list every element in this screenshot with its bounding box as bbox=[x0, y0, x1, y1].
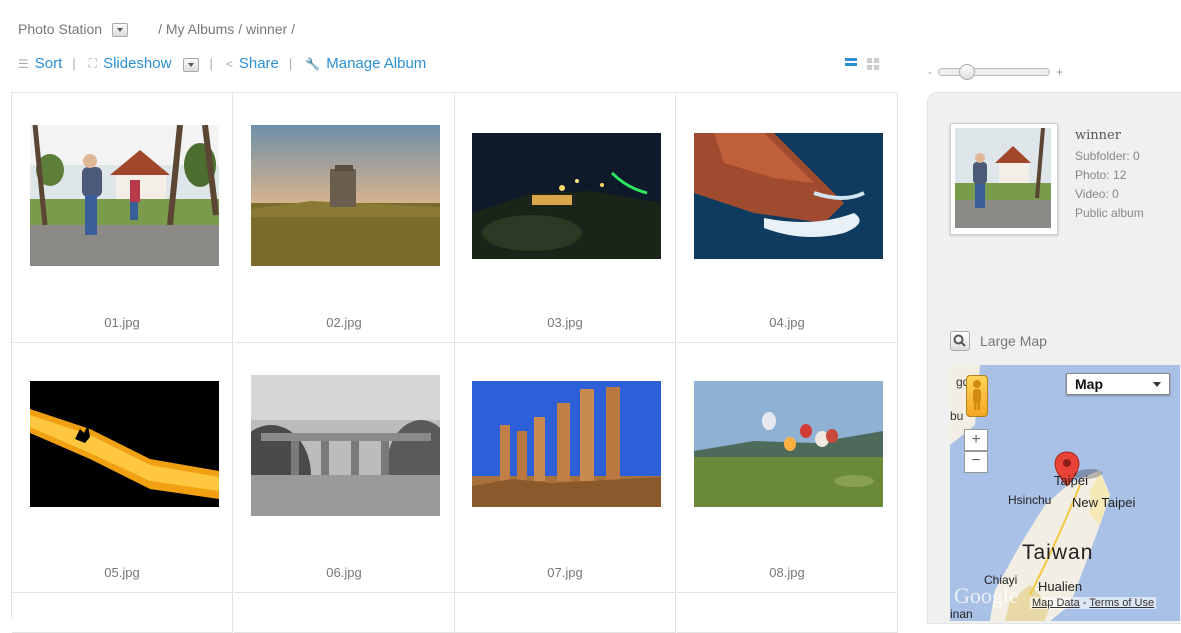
slideshow-button[interactable]: ⛶ Slideshow bbox=[89, 55, 172, 72]
photo-filename[interactable]: 05.jpg bbox=[12, 565, 232, 580]
photo-thumbnail-04[interactable] bbox=[694, 133, 883, 259]
photo-filename[interactable]: 08.jpg bbox=[677, 565, 897, 580]
photo-cell[interactable]: 01.jpg bbox=[12, 93, 233, 343]
large-map-label[interactable]: Large Map bbox=[980, 333, 1047, 349]
photo-cell[interactable]: 02.jpg bbox=[234, 93, 455, 343]
album-cover[interactable] bbox=[950, 123, 1058, 235]
photo-cell[interactable] bbox=[677, 593, 898, 633]
wrench-icon: 🔧 bbox=[305, 56, 321, 71]
map-type-select[interactable]: Map bbox=[1066, 373, 1170, 395]
album-name: winner bbox=[1075, 128, 1121, 143]
photo-cell[interactable] bbox=[12, 593, 233, 633]
map-type-label: Map bbox=[1075, 376, 1103, 392]
map-attribution: Map Data - Terms of Use bbox=[1030, 597, 1157, 609]
map-place-label: Taipei bbox=[1054, 473, 1088, 488]
app-title: Photo Station bbox=[18, 21, 103, 37]
map-place-label: inan bbox=[950, 607, 973, 621]
photo-filename[interactable]: 07.jpg bbox=[455, 565, 675, 580]
map-zoom-in-button[interactable]: + bbox=[964, 429, 988, 451]
album-photo-count: Photo: 12 bbox=[1075, 168, 1127, 182]
photo-cell[interactable]: 08.jpg bbox=[677, 343, 898, 593]
share-button[interactable]: < Share bbox=[226, 55, 279, 72]
zoom-track[interactable] bbox=[938, 64, 1050, 80]
sort-label: Sort bbox=[34, 55, 63, 72]
album-subfolder-count: Subfolder: 0 bbox=[1075, 149, 1140, 163]
album-cover-image bbox=[955, 128, 1051, 228]
photo-thumbnail-05[interactable] bbox=[30, 381, 219, 507]
chevron-down-icon bbox=[1153, 381, 1161, 387]
album-info-panel: winner Subfolder: 0 Photo: 12 Video: 0 P… bbox=[927, 92, 1181, 624]
photo-thumbnail-06[interactable] bbox=[251, 375, 440, 516]
toolbar-separator: | bbox=[288, 56, 293, 71]
photo-filename[interactable]: 01.jpg bbox=[12, 315, 232, 330]
header: Photo Station / My Albums / winner / ☰ S… bbox=[0, 10, 1181, 90]
terms-of-use-link[interactable]: Terms of Use bbox=[1089, 597, 1154, 609]
photo-cell[interactable]: 05.jpg bbox=[12, 343, 233, 593]
share-label: Share bbox=[238, 55, 279, 72]
photo-thumbnail-01[interactable] bbox=[30, 125, 219, 266]
manage-album-label: Manage Album bbox=[326, 55, 427, 72]
large-map-link[interactable]: Large Map bbox=[950, 331, 1047, 351]
view-mode-switch bbox=[845, 58, 879, 70]
photo-grid: 01.jpg 02.jpg 03.jpg 04.jpg 05.jpg 06.jp… bbox=[11, 92, 898, 633]
map-place-label: Hualien bbox=[1038, 579, 1083, 594]
toolbar-separator: | bbox=[209, 56, 213, 71]
zoom-in-label[interactable]: + bbox=[1056, 65, 1063, 79]
toolbar-separator: | bbox=[72, 56, 76, 71]
photo-cell[interactable]: 03.jpg bbox=[455, 93, 676, 343]
map-edge-label: bu bbox=[950, 409, 964, 423]
photo-thumbnail-03[interactable] bbox=[472, 133, 661, 259]
zoom-out-label[interactable]: - bbox=[928, 65, 932, 79]
sort-list-icon: ☰ bbox=[18, 56, 29, 71]
album-path[interactable]: / My Albums / winner / bbox=[158, 21, 295, 37]
magnifier-icon[interactable] bbox=[950, 331, 970, 351]
slideshow-dropdown-icon[interactable] bbox=[183, 57, 200, 72]
photo-cell[interactable] bbox=[234, 593, 455, 633]
photo-thumbnail-07[interactable] bbox=[472, 381, 661, 507]
photo-thumbnail-02[interactable] bbox=[251, 125, 440, 266]
photo-filename[interactable]: 02.jpg bbox=[234, 315, 454, 330]
photo-cell[interactable] bbox=[455, 593, 676, 633]
fullscreen-icon: ⛶ bbox=[88, 56, 98, 70]
share-icon: < bbox=[225, 56, 233, 71]
photo-cell[interactable]: 04.jpg bbox=[677, 93, 898, 343]
zoom-handle[interactable] bbox=[959, 64, 975, 80]
map-zoom-out-button[interactable]: − bbox=[964, 451, 988, 473]
breadcrumb: Photo Station / My Albums / winner / bbox=[18, 21, 295, 37]
photo-filename[interactable]: 06.jpg bbox=[234, 565, 454, 580]
photo-cell[interactable]: 06.jpg bbox=[234, 343, 455, 593]
app-menu-dropdown-icon[interactable] bbox=[112, 23, 129, 37]
street-view-pegman-icon[interactable] bbox=[966, 375, 988, 417]
location-map[interactable]: gd bu + − Map Taipei Hsinchu New Taipei … bbox=[950, 365, 1180, 621]
album-visibility: Public album bbox=[1075, 206, 1144, 220]
photo-thumbnail-08[interactable] bbox=[694, 381, 883, 507]
photo-cell[interactable]: 07.jpg bbox=[455, 343, 676, 593]
grid-view-icon[interactable] bbox=[867, 58, 879, 70]
photo-filename[interactable]: 04.jpg bbox=[677, 315, 897, 330]
photo-filename[interactable]: 03.jpg bbox=[455, 315, 675, 330]
sort-button[interactable]: ☰ Sort bbox=[18, 55, 62, 72]
manage-album-button[interactable]: 🔧 Manage Album bbox=[305, 55, 426, 72]
toolbar: ☰ Sort | ⛶ Slideshow | < Share | 🔧 Manag… bbox=[18, 55, 426, 72]
top-border bbox=[0, 0, 1181, 10]
list-view-icon[interactable] bbox=[845, 58, 857, 70]
map-data-link[interactable]: Map Data bbox=[1032, 597, 1080, 609]
map-place-label: New Taipei bbox=[1072, 495, 1136, 510]
google-logo: Google bbox=[954, 583, 1019, 608]
album-details: winner Subfolder: 0 Photo: 12 Video: 0 P… bbox=[1075, 126, 1144, 223]
thumbnail-zoom-slider: - + bbox=[928, 64, 1063, 80]
map-place-label: Taiwan bbox=[1022, 541, 1094, 564]
album-video-count: Video: 0 bbox=[1075, 187, 1119, 201]
map-attribution-separator: - bbox=[1082, 597, 1087, 609]
map-place-label: Hsinchu bbox=[1008, 493, 1052, 507]
slideshow-label: Slideshow bbox=[103, 55, 172, 72]
